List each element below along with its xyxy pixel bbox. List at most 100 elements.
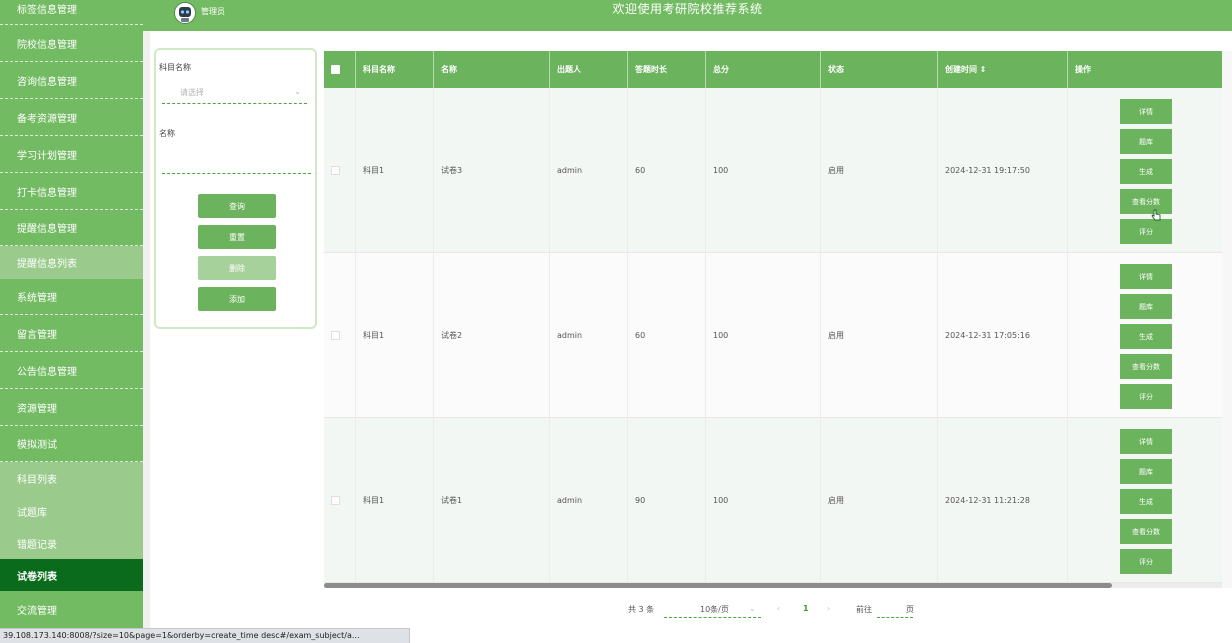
select-all-cell [324, 51, 356, 88]
cell-total: 100 [706, 418, 821, 582]
generate-button[interactable]: 生成 [1120, 159, 1172, 184]
sidebar-item-wrong-records[interactable]: 错题记录 [0, 527, 143, 559]
cell-subject: 科目1 [356, 418, 434, 582]
cell-status: 启用 [821, 88, 938, 252]
sidebar-item-notice-info[interactable]: 公告信息管理 [0, 352, 143, 389]
row-checkbox-cell [324, 253, 356, 417]
question-bank-button[interactable]: 题库 [1120, 129, 1172, 154]
cell-author: admin [550, 88, 628, 252]
cell-created: 2024-12-31 11:21:28 [938, 418, 1068, 582]
sidebar-item-prep-resource[interactable]: 备考资源管理 [0, 99, 143, 136]
cell-total: 100 [706, 88, 821, 252]
sidebar-item-consult-info[interactable]: 咨询信息管理 [0, 62, 143, 99]
sidebar-item-label: 提醒信息列表 [17, 259, 77, 270]
question-bank-button[interactable]: 题库 [1120, 459, 1172, 484]
view-score-button[interactable]: 查看分数 [1120, 519, 1172, 544]
view-score-button[interactable]: 查看分数 [1120, 354, 1172, 379]
sidebar-item-messages[interactable]: 留言管理 [0, 315, 143, 352]
cell-duration: 90 [628, 418, 706, 582]
add-button[interactable]: 添加 [198, 287, 276, 311]
detail-button[interactable]: 详情 [1120, 99, 1172, 124]
sidebar-item-subject-list[interactable]: 科目列表 [0, 462, 143, 495]
delete-button[interactable]: 删除 [198, 256, 276, 280]
grade-button[interactable]: 评分 [1120, 549, 1172, 574]
sidebar-item-label: 学习计划管理 [17, 150, 77, 162]
col-author: 出题人 [550, 51, 628, 88]
col-name: 名称 [434, 51, 550, 88]
row-actions: 详情 题库 生成 查看分数 评分 [1074, 253, 1222, 417]
subject-select-placeholder: 请选择 [180, 88, 204, 97]
prev-page-icon[interactable]: ‹ [777, 604, 780, 613]
col-subject: 科目名称 [356, 51, 434, 88]
sidebar-item-reminder-list[interactable]: 提醒信息列表 [0, 246, 143, 279]
row-checkbox[interactable] [331, 165, 340, 175]
view-score-button[interactable]: 查看分数 [1120, 189, 1172, 214]
cell-author: admin [550, 253, 628, 417]
sidebar-item-system[interactable]: 系统管理 [0, 279, 143, 315]
page-size-underline [664, 617, 761, 618]
vertical-scrollbar[interactable] [1222, 51, 1232, 588]
generate-button[interactable]: 生成 [1120, 324, 1172, 349]
sidebar-item-label: 院校信息管理 [17, 39, 77, 51]
page-title: 欢迎使用考研院校推荐系统 [612, 2, 763, 16]
hand-cursor-icon [1151, 209, 1161, 221]
col-duration: 答题时长 [628, 51, 706, 88]
row-checkbox-cell [324, 418, 356, 582]
sidebar-item-label: 系统管理 [17, 293, 57, 304]
query-button[interactable]: 查询 [198, 194, 276, 218]
grade-button[interactable]: 评分 [1120, 384, 1172, 409]
sidebar-item-label: 试卷列表 [17, 571, 57, 583]
sidebar-item-paper-list[interactable]: 试卷列表 [0, 559, 143, 591]
subject-select[interactable]: 请选择 ⌄ [162, 83, 307, 104]
goto-label: 前往 [856, 605, 872, 614]
row-checkbox[interactable] [331, 330, 340, 340]
cell-created: 2024-12-31 19:17:50 [938, 88, 1068, 252]
cell-status: 启用 [821, 253, 938, 417]
question-bank-button[interactable]: 题库 [1120, 294, 1172, 319]
sidebar: 标签信息管理 院校信息管理 咨询信息管理 备考资源管理 学习计划管理 打卡信息管… [0, 0, 143, 628]
row-actions: 详情 题库 生成 查看分数 评分 [1074, 418, 1222, 582]
sidebar-item-label: 标签信息管理 [17, 4, 77, 16]
reset-button[interactable]: 重置 [198, 225, 276, 249]
sidebar-item-resources[interactable]: 资源管理 [0, 389, 143, 426]
detail-button[interactable]: 详情 [1120, 264, 1172, 289]
col-status: 状态 [821, 51, 938, 88]
goto-page-input[interactable] [877, 617, 913, 618]
page-number-current[interactable]: 1 [803, 604, 809, 613]
next-page-icon[interactable]: › [827, 604, 830, 613]
sidebar-item-label: 提醒信息管理 [17, 224, 77, 235]
sidebar-item-reminder-info[interactable]: 提醒信息管理 [0, 210, 143, 246]
sidebar-item-mock-test[interactable]: 模拟测试 [0, 426, 143, 462]
cell-name: 试卷3 [434, 88, 550, 252]
sidebar-item-label: 科目列表 [17, 475, 57, 486]
sidebar-item-school-info[interactable]: 院校信息管理 [0, 25, 143, 62]
cell-status: 启用 [821, 418, 938, 582]
sidebar-item-tag-info[interactable]: 标签信息管理 [0, 0, 143, 25]
sidebar-item-label: 交流管理 [17, 606, 57, 617]
cell-name: 试卷2 [434, 253, 550, 417]
divider [143, 31, 150, 628]
page-size-select[interactable]: 10条/页 [700, 604, 729, 615]
grade-button[interactable]: 评分 [1120, 219, 1172, 244]
subject-label: 科目名称 [159, 63, 191, 72]
scrollbar-thumb[interactable] [324, 583, 1112, 588]
chevron-down-icon: ⌄ [749, 604, 756, 613]
sidebar-item-label: 公告信息管理 [17, 366, 77, 378]
sidebar-item-label: 资源管理 [17, 403, 57, 415]
name-input[interactable] [162, 151, 311, 174]
browser-status-url: 39.108.173.140:8008/?size=10&page=1&orde… [0, 628, 410, 643]
row-checkbox[interactable] [331, 495, 340, 505]
horizontal-scrollbar[interactable] [324, 583, 1222, 588]
sidebar-item-study-plan[interactable]: 学习计划管理 [0, 136, 143, 173]
col-created-sort[interactable]: 创建时间 ⇕ [938, 51, 1068, 88]
sidebar-item-communication[interactable]: 交流管理 [0, 591, 143, 628]
select-all-checkbox[interactable] [331, 65, 340, 74]
row-checkbox-cell [324, 88, 356, 252]
table-row: 科目1 试卷2 admin 60 100 启用 2024-12-31 17:05… [324, 253, 1222, 418]
sidebar-item-question-bank[interactable]: 试题库 [0, 495, 143, 527]
generate-button[interactable]: 生成 [1120, 489, 1172, 514]
detail-button[interactable]: 详情 [1120, 429, 1172, 454]
sidebar-item-label: 模拟测试 [17, 440, 57, 451]
sidebar-item-checkin-info[interactable]: 打卡信息管理 [0, 173, 143, 210]
col-total: 总分 [706, 51, 821, 88]
